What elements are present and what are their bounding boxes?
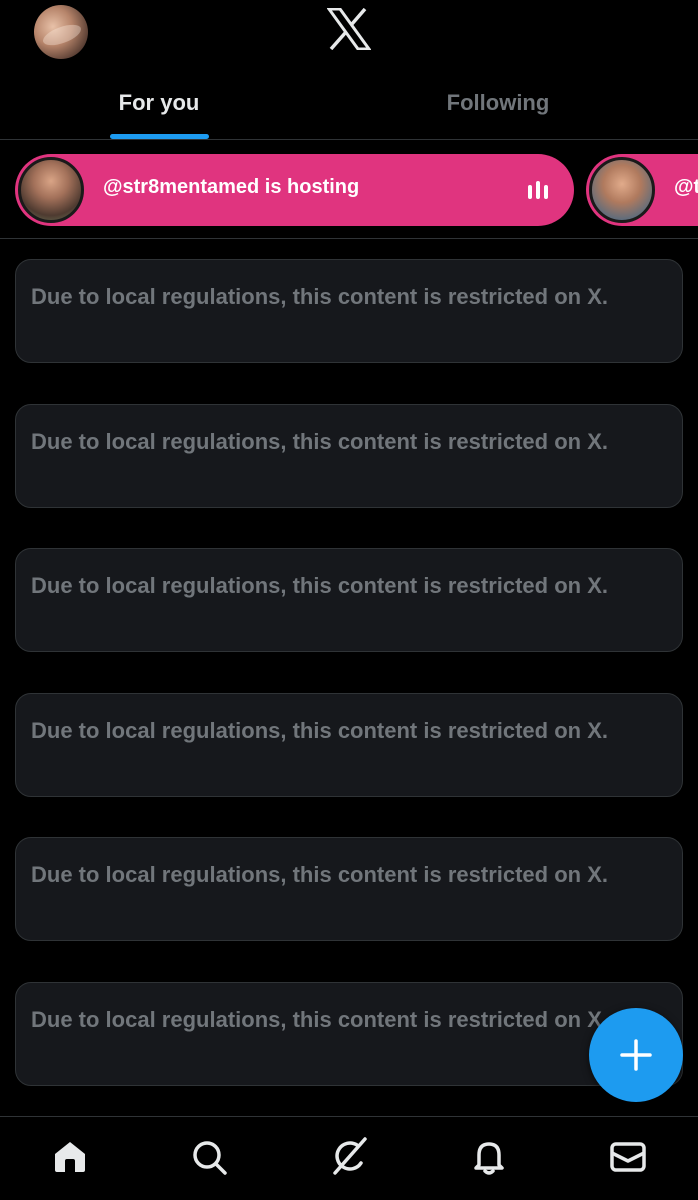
nav-home[interactable] — [50, 1137, 90, 1177]
space-host-avatar — [589, 157, 655, 223]
space-host-avatar — [18, 157, 84, 223]
bottom-nav — [0, 1116, 698, 1200]
plus-icon — [620, 1039, 652, 1071]
grok-icon — [333, 1137, 367, 1175]
audio-bars-icon — [528, 181, 548, 199]
compose-button[interactable] — [589, 1008, 683, 1102]
restricted-notice: Due to local regulations, this content i… — [31, 573, 608, 598]
restricted-post-card[interactable]: Due to local regulations, this content i… — [15, 693, 683, 797]
restricted-notice: Due to local regulations, this content i… — [31, 284, 608, 309]
restricted-post-card[interactable]: Due to local regulations, this content i… — [15, 404, 683, 508]
bell-icon — [474, 1142, 504, 1175]
app-root: For you Following @str8mentamed is hosti… — [0, 0, 698, 1200]
restricted-notice: Due to local regulations, this content i… — [31, 1007, 608, 1032]
spaces-row: @str8mentamed is hosting @t — [0, 141, 698, 239]
restricted-notice: Due to local regulations, this content i… — [31, 862, 608, 887]
restricted-post-card[interactable]: Due to local regulations, this content i… — [15, 259, 683, 363]
tab-for-you-label: For you — [118, 90, 200, 115]
tab-following-label: Following — [446, 90, 550, 115]
nav-grok[interactable] — [329, 1137, 369, 1177]
home-icon — [55, 1142, 85, 1172]
mail-icon — [610, 1142, 646, 1172]
top-header: For you Following — [0, 0, 698, 140]
x-logo-icon — [327, 8, 371, 50]
search-icon — [193, 1141, 227, 1175]
profile-avatar[interactable] — [34, 5, 88, 59]
space-pill[interactable]: @str8mentamed is hosting — [15, 154, 574, 226]
nav-notifications[interactable] — [469, 1137, 509, 1177]
nav-messages[interactable] — [608, 1137, 648, 1177]
restricted-notice: Due to local regulations, this content i… — [31, 718, 608, 743]
restricted-post-card[interactable]: Due to local regulations, this content i… — [15, 548, 683, 652]
space-title: @str8mentamed is hosting — [103, 176, 360, 198]
tab-for-you[interactable]: For you — [60, 68, 258, 140]
space-pill[interactable]: @t — [586, 154, 698, 226]
tab-following[interactable]: Following — [398, 68, 598, 140]
space-title: @t — [674, 176, 698, 198]
restricted-post-card[interactable]: Due to local regulations, this content i… — [15, 982, 683, 1086]
nav-search[interactable] — [189, 1137, 229, 1177]
active-tab-indicator — [110, 134, 209, 139]
restricted-notice: Due to local regulations, this content i… — [31, 429, 608, 454]
restricted-post-card[interactable]: Due to local regulations, this content i… — [15, 837, 683, 941]
